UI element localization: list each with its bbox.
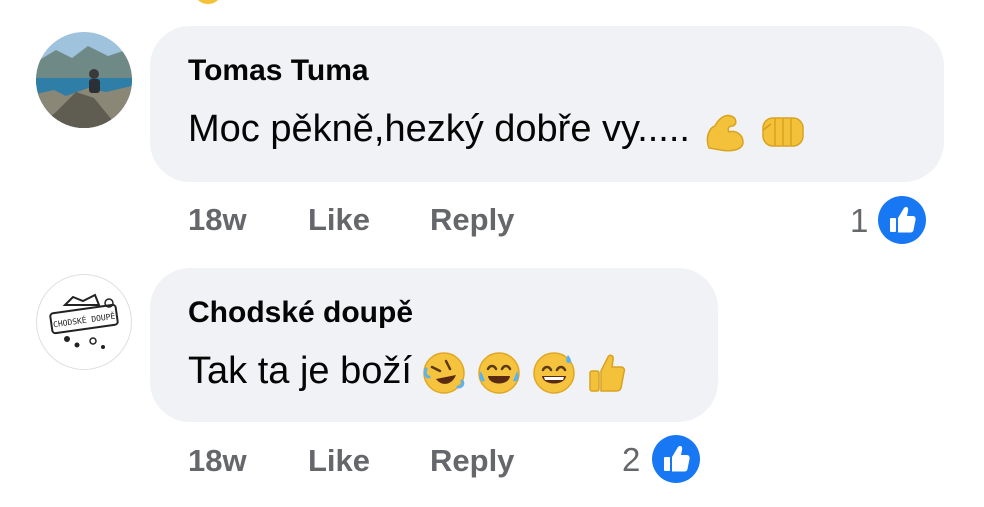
- reaction-summary[interactable]: 1: [850, 194, 936, 246]
- oncoming-fist-icon: [762, 117, 804, 147]
- comment-text-content: Tak ta je boží: [188, 350, 412, 392]
- reply-button[interactable]: Reply: [430, 443, 514, 479]
- comment-author[interactable]: Tomas Tuma: [188, 54, 369, 88]
- comment-bubble: Chodské doupě Tak ta je boží: [150, 268, 718, 422]
- rolling-on-floor-laughing-icon: [423, 352, 466, 394]
- avatar[interactable]: CHODSKÉ DOUPĚ: [36, 274, 132, 370]
- comment-text: Tak ta je boží: [188, 350, 628, 395]
- comment-timestamp[interactable]: 18w: [188, 202, 247, 238]
- grinning-face-with-sweat-icon: [532, 352, 575, 394]
- comment-timestamp[interactable]: 18w: [188, 443, 247, 479]
- reaction-count: 2: [622, 441, 641, 478]
- like-button[interactable]: Like: [308, 202, 370, 238]
- like-reaction-badge: [876, 194, 928, 246]
- reply-button[interactable]: Reply: [430, 202, 514, 238]
- flexed-biceps-icon: [706, 114, 744, 152]
- like-reaction-badge: [650, 433, 702, 485]
- comment-text: Moc pěkně,hezký dobře vy.....: [188, 108, 807, 154]
- comment-text-content: Moc pěkně,hezký dobře vy.....: [188, 108, 690, 151]
- mountain-photo-avatar-icon: [36, 32, 132, 128]
- comment-bubble: Tomas Tuma Moc pěkně,hezký dobře vy.....: [150, 26, 944, 182]
- reaction-summary[interactable]: 2: [622, 433, 712, 485]
- face-with-tears-of-joy-icon: [478, 352, 520, 394]
- thumbs-up-icon: [652, 435, 700, 483]
- thumbs-up-icon: [878, 196, 926, 244]
- reaction-count: 1: [850, 202, 869, 239]
- comment-author[interactable]: Chodské doupě: [188, 296, 413, 330]
- like-button[interactable]: Like: [308, 443, 370, 479]
- emoji-partial: [196, 0, 220, 4]
- thumbs-up-emoji-icon: [589, 354, 626, 392]
- chodske-doupe-logo-icon: CHODSKÉ DOUPĚ: [49, 293, 119, 349]
- avatar[interactable]: [36, 32, 132, 128]
